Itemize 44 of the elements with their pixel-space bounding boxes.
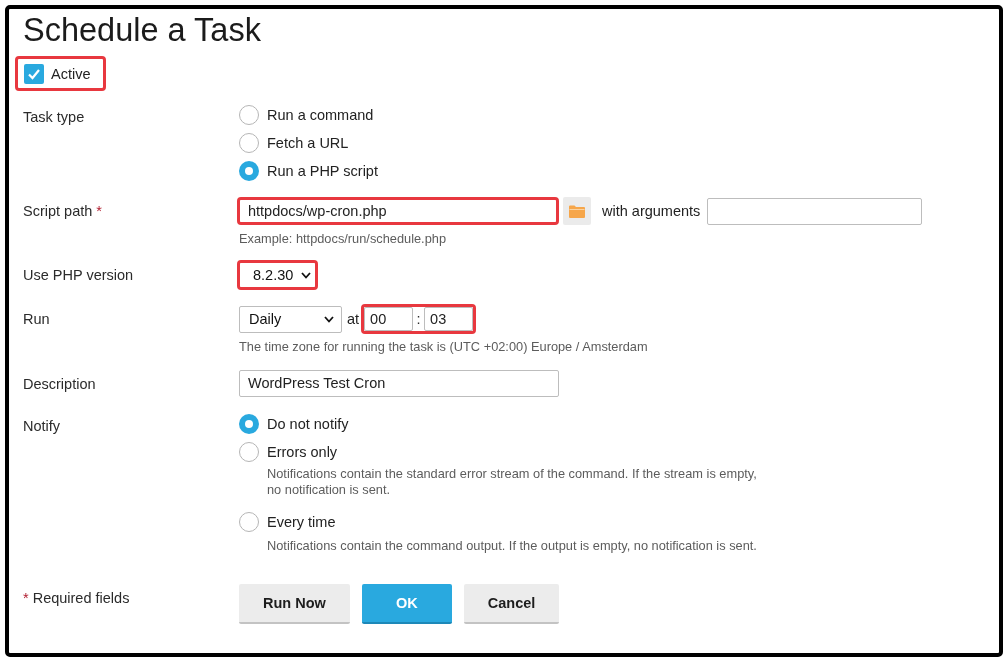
checkbox-label[interactable]: Active: [51, 64, 91, 84]
field-label: Script path: [23, 202, 93, 221]
required-note: Required fields: [32, 589, 130, 608]
option-hint: Notifications contain the standard error stream of the command. If the stream is empty, no notification is sent.: [267, 466, 758, 498]
field-label: Use PHP version: [23, 266, 134, 285]
field-label: Run: [23, 310, 50, 329]
radio-button[interactable]: [239, 133, 259, 153]
php-version-select[interactable]: 8.2.30: [240, 263, 315, 287]
required-mark: *: [23, 589, 29, 608]
required-mark: *: [96, 202, 102, 221]
cancel-button[interactable]: Cancel: [463, 584, 560, 624]
chevron-icon: [324, 315, 334, 323]
radio-label[interactable]: Do not notify: [267, 414, 349, 434]
arguments-label: with arguments: [602, 202, 701, 221]
folder-icon: [569, 204, 585, 218]
minute-field[interactable]: 03: [424, 307, 474, 331]
radio-button[interactable]: [239, 442, 259, 462]
option-hint: Notifications contain the command output. If the output is empty, no notification is sent.: [267, 538, 757, 554]
field-hint: The time zone for running the task is (UTC +02:00) Europe / Amsterdam: [239, 339, 648, 355]
field-hint: Example: httpdocs/run/schedule.php: [239, 231, 446, 247]
radio-button[interactable]: [239, 161, 259, 181]
hour-field[interactable]: 00: [364, 307, 414, 331]
run-now-button[interactable]: Run Now: [239, 584, 350, 624]
radio-button[interactable]: [239, 414, 259, 434]
radio-label[interactable]: Run a command: [267, 105, 374, 125]
radio-button[interactable]: [239, 105, 259, 125]
script-path-field[interactable]: httpdocs/wp-cron.php: [240, 200, 556, 222]
browse-button[interactable]: [563, 197, 591, 225]
field-label: Description: [23, 375, 96, 394]
frequency-select[interactable]: Daily: [239, 305, 342, 333]
radio-label[interactable]: Errors only: [267, 442, 338, 462]
radio-label[interactable]: Run a PHP script: [267, 161, 378, 181]
description-field[interactable]: WordPress Test Cron: [239, 370, 559, 397]
field-label: Task type: [23, 108, 85, 127]
radio-label[interactable]: Fetch a URL: [267, 133, 349, 153]
at-label: at: [347, 310, 360, 329]
chevron-icon: [301, 271, 311, 279]
time-separator: :: [415, 311, 422, 327]
radio-button[interactable]: [239, 512, 259, 532]
checkbox[interactable]: [24, 64, 44, 84]
page-title: Schedule a Task: [23, 11, 261, 49]
field-label: Notify: [23, 417, 61, 436]
radio-label[interactable]: Every time: [267, 512, 336, 532]
arguments-field[interactable]: [707, 197, 923, 225]
